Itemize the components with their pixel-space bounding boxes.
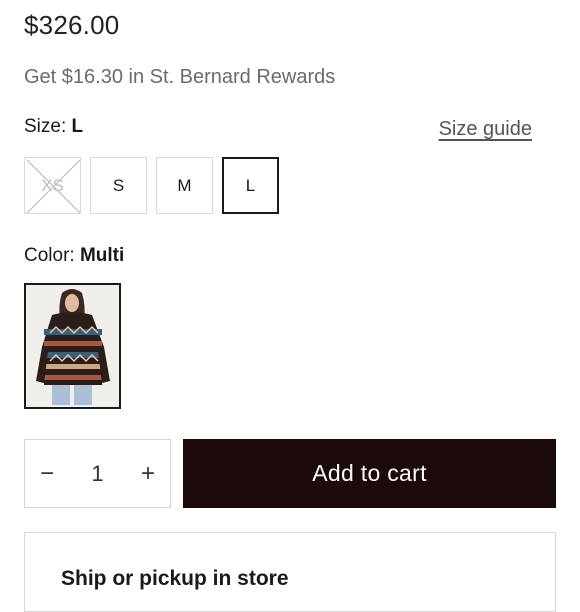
color-label-text: Color: <box>24 245 80 266</box>
product-price: $326.00 <box>24 10 120 40</box>
add-to-cart-button[interactable]: Add to cart <box>183 439 556 508</box>
quantity-decrease-button[interactable]: − <box>25 440 69 507</box>
size-option-label: L <box>245 175 256 195</box>
quantity-increase-button[interactable]: + <box>126 440 170 507</box>
quantity-value[interactable]: 1 <box>91 461 103 487</box>
color-swatch-multi[interactable] <box>24 283 121 409</box>
size-options: XS S M L <box>24 157 279 214</box>
size-guide-link[interactable]: Size guide <box>439 118 532 141</box>
quantity-stepper: − 1 + <box>24 439 171 508</box>
size-option-l[interactable]: L <box>222 157 279 214</box>
product-thumbnail-image <box>26 285 119 407</box>
rewards-text: Get $16.30 in St. Bernard Rewards <box>24 66 336 88</box>
color-label: Color: Multi <box>24 245 124 267</box>
color-selected-value: Multi <box>79 245 125 266</box>
size-label-text: Size: <box>24 116 72 137</box>
shipping-option-title: Ship or pickup in store <box>61 567 289 590</box>
unavailable-cross-icon <box>26 159 81 214</box>
size-option-label: M <box>177 175 192 195</box>
size-label: Size: L <box>24 116 83 138</box>
shipping-option-panel[interactable]: Ship or pickup in store <box>24 532 556 612</box>
size-option-label: S <box>112 175 125 195</box>
size-option-s[interactable]: S <box>90 157 147 214</box>
size-option-m[interactable]: M <box>156 157 213 214</box>
size-selected-value: L <box>71 116 84 137</box>
size-option-xs[interactable]: XS <box>24 157 81 214</box>
